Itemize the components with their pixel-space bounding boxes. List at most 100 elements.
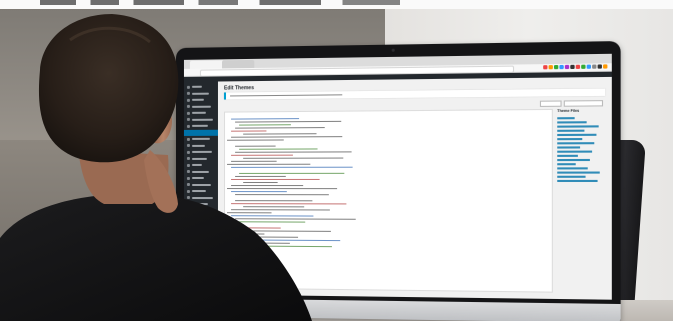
theme-file-link[interactable] — [557, 146, 580, 148]
sidebar-menu-item[interactable] — [192, 229, 212, 231]
sidebar-menu-item[interactable] — [192, 86, 202, 88]
theme-select[interactable] — [540, 100, 562, 106]
sidebar-menu-icon — [187, 144, 190, 147]
theme-file-link[interactable] — [557, 117, 574, 119]
extension-icon[interactable] — [549, 65, 553, 69]
sidebar-menu-item[interactable] — [192, 138, 210, 140]
code-line — [227, 164, 310, 165]
page-title: Edit Themes — [224, 85, 254, 91]
theme-file-link[interactable] — [557, 155, 578, 157]
theme-file-link[interactable] — [557, 138, 582, 140]
sidebar-menu-item[interactable] — [192, 151, 212, 153]
wp-content-area: Edit Themes Theme Files — [218, 77, 612, 300]
code-line — [231, 233, 264, 234]
sidebar-menu-item[interactable] — [192, 236, 207, 238]
code-line — [243, 158, 343, 159]
sidebar-menu-item[interactable] — [192, 197, 213, 199]
sidebar-menu-icon — [187, 150, 190, 153]
extension-icon[interactable] — [570, 65, 574, 69]
sidebar-menu-icon — [187, 209, 190, 212]
extension-icons — [543, 64, 607, 70]
code-line — [231, 215, 313, 216]
extension-icon[interactable] — [565, 65, 569, 69]
code-line — [227, 212, 272, 213]
sidebar-menu-item[interactable] — [192, 210, 203, 212]
sidebar-menu-item[interactable] — [192, 99, 204, 101]
code-line — [231, 118, 299, 120]
code-line — [239, 124, 291, 125]
sidebar-menu-item[interactable] — [192, 223, 205, 225]
code-line — [231, 167, 353, 168]
sidebar-menu-item[interactable] — [192, 216, 210, 218]
extension-icon[interactable] — [592, 65, 596, 69]
sidebar-menu-icon — [187, 183, 190, 186]
theme-file-link[interactable] — [557, 159, 590, 161]
theme-file-link[interactable] — [557, 130, 584, 132]
code-line — [231, 155, 293, 156]
left-wall-lower — [0, 140, 190, 321]
sidebar-menu-item[interactable] — [192, 164, 202, 166]
extension-icon[interactable] — [554, 65, 558, 69]
code-line — [235, 200, 312, 201]
sidebar-menu-item[interactable] — [192, 125, 208, 127]
sidebar-menu-icon — [187, 157, 190, 160]
theme-file-link[interactable] — [557, 167, 587, 169]
sidebar-menu-icon — [187, 98, 190, 101]
code-line — [243, 206, 304, 207]
sidebar-menu-icon — [187, 216, 190, 219]
theme-file-link[interactable] — [557, 125, 598, 127]
theme-file-link[interactable] — [557, 172, 600, 174]
code-line — [231, 209, 330, 210]
sidebar-menu-item[interactable] — [192, 92, 209, 94]
extension-icon[interactable] — [559, 65, 563, 69]
sidebar-menu-icon — [187, 190, 190, 193]
extension-icon[interactable] — [603, 64, 607, 68]
code-line — [235, 176, 286, 177]
sidebar-menu-item[interactable] — [192, 112, 206, 114]
sidebar-menu-item[interactable] — [192, 177, 204, 179]
theme-files-panel: Theme Files — [557, 108, 607, 268]
theme-file-link[interactable] — [557, 142, 594, 144]
code-line — [239, 245, 332, 247]
theme-file-link[interactable] — [557, 134, 596, 136]
extension-icon[interactable] — [543, 65, 547, 69]
sidebar-menu-item[interactable] — [192, 190, 206, 192]
extension-icon[interactable] — [587, 65, 591, 69]
sidebar-menu-icon — [187, 163, 190, 166]
select-button[interactable] — [564, 100, 603, 107]
sidebar-menu-icon — [187, 105, 190, 108]
code-line — [231, 191, 287, 192]
extension-icon[interactable] — [581, 65, 585, 69]
code-line — [231, 179, 320, 180]
extension-icon[interactable] — [598, 64, 602, 68]
sidebar-menu-item[interactable] — [192, 170, 209, 172]
code-line — [235, 194, 329, 195]
photo-scene: Edit Themes Theme Files — [0, 0, 673, 321]
extension-icon[interactable] — [576, 65, 580, 69]
sidebar-menu-item[interactable] — [184, 129, 218, 135]
code-line — [239, 221, 305, 222]
sidebar-menu-item[interactable] — [192, 105, 211, 107]
theme-file-link[interactable] — [557, 151, 592, 153]
sidebar-menu-item[interactable] — [192, 184, 211, 186]
sidebar-menu-icon — [187, 92, 190, 95]
sidebar-menu-item[interactable] — [192, 157, 207, 159]
sidebar-menu-item[interactable] — [192, 203, 208, 205]
code-line — [235, 242, 290, 243]
sidebar-menu-item[interactable] — [192, 144, 205, 146]
theme-files-title: Theme Files — [557, 109, 579, 113]
sidebar-menu-icon — [187, 124, 190, 127]
code-line — [239, 148, 317, 149]
sidebar-menu-item[interactable] — [192, 118, 213, 120]
code-line — [227, 236, 298, 237]
code-line — [231, 136, 342, 138]
theme-file-link[interactable] — [557, 180, 597, 182]
theme-file-link[interactable] — [557, 121, 586, 123]
sidebar-menu-icon — [187, 170, 190, 173]
code-line — [231, 185, 303, 186]
code-line — [227, 188, 337, 189]
code-editor[interactable] — [224, 109, 553, 293]
theme-file-link[interactable] — [557, 176, 585, 178]
webcam-dot — [391, 49, 394, 52]
theme-file-link[interactable] — [557, 163, 575, 165]
